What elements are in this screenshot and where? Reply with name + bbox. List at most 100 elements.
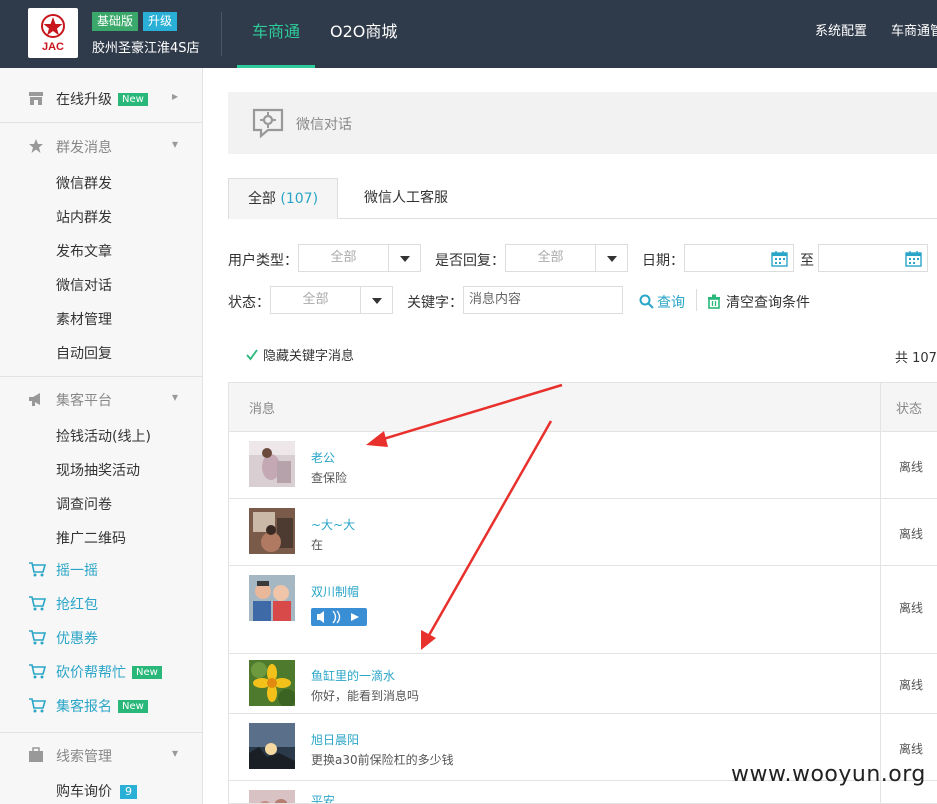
nav-chestong-manage[interactable]: 车商通管 (891, 0, 937, 64)
chevron-down-icon (595, 245, 627, 271)
date-to-label: 至 (800, 253, 814, 269)
hide-keyword-checkbox[interactable]: 隐藏关键字消息 (245, 345, 354, 364)
avatar (249, 441, 295, 487)
user-type-select[interactable]: 全部 (298, 244, 421, 272)
sidebar-item-survey[interactable]: 调查问卷 (56, 494, 112, 514)
nav-o2o-mall[interactable]: O2O商城 (330, 0, 397, 68)
sidebar-item-qrcode[interactable]: 推广二维码 (56, 528, 126, 548)
query-button[interactable]: 查询 (639, 292, 685, 312)
nav-system-config[interactable]: 系统配置 (815, 0, 867, 64)
jac-logo-icon: JAC (41, 14, 65, 53)
avatar (249, 790, 295, 803)
sidebar-label: 抢红包 (56, 597, 98, 613)
sidebar-item-car-inquiry[interactable]: 购车询价 9 (56, 781, 137, 801)
tab-count: (107) (280, 191, 319, 207)
col-status-header: 状态 (896, 402, 923, 417)
status-text: 离线 (899, 742, 924, 756)
sidebar-item-site-mass[interactable]: 站内群发 (56, 207, 112, 227)
contact-name[interactable]: ~大~大 (311, 516, 355, 533)
table-row[interactable]: 老公 查保险 离线 (229, 431, 937, 499)
new-tag: New (132, 666, 162, 679)
table-row[interactable]: 双川制帽 离线 (229, 565, 937, 654)
sidebar-label: 在线升级 New (56, 89, 148, 109)
edition-badge: 基础版 (92, 12, 139, 31)
table-row[interactable]: ~大~大 在 离线 (229, 498, 937, 566)
voice-message-button[interactable] (311, 608, 367, 626)
contact-name[interactable]: 鱼缸里的一滴水 (311, 667, 395, 684)
avatar (249, 723, 295, 769)
contact-name[interactable]: 老公 (311, 449, 335, 466)
user-type-label: 用户类型： (228, 253, 298, 269)
total-count: 共 107 (895, 351, 937, 366)
sidebar-group-mass-message[interactable]: 群发消息 ▾ (0, 124, 202, 168)
sidebar-item-wechat-mass[interactable]: 微信群发 (56, 173, 112, 193)
status-text: 离线 (899, 527, 924, 541)
contact-name[interactable]: 旭日晨阳 (311, 731, 359, 748)
calendar-icon[interactable] (771, 250, 788, 267)
voice-play-icon (317, 610, 359, 624)
sidebar-item-shake[interactable]: 摇一摇 (0, 555, 202, 585)
message-text: 更换a30前保险杠的多少钱 (311, 753, 454, 767)
sidebar-item-coupon[interactable]: 优惠券 (0, 623, 202, 653)
message-text: 你好，能看到消息吗 (311, 689, 420, 703)
sidebar-item-wechat-chat[interactable]: 微信对话 (56, 275, 112, 295)
briefcase-icon (29, 747, 43, 762)
sidebar-group-leads[interactable]: 线索管理 ▾ (0, 733, 202, 777)
new-tag: New (118, 93, 148, 106)
table-row[interactable]: 鱼缸里的一滴水 你好，能看到消息吗 离线 (229, 653, 937, 714)
date-start-input[interactable] (684, 244, 794, 272)
search-icon (639, 294, 654, 309)
status-text: 离线 (899, 601, 924, 615)
sidebar-item-auto-reply[interactable]: 自动回复 (56, 343, 112, 363)
table-header: 消息 状态 (229, 383, 937, 432)
sidebar-item-publish-article[interactable]: 发布文章 (56, 241, 112, 261)
chat-settings-icon (252, 108, 284, 138)
brand-logo[interactable]: JAC (28, 8, 78, 58)
count-badge: 9 (120, 785, 137, 799)
sidebar-item-red-packet[interactable]: 抢红包 (0, 589, 202, 619)
sidebar-item-online-upgrade[interactable]: 在线升级 New ▸ (0, 76, 202, 120)
chevron-down-icon (388, 245, 420, 271)
tab-bar: 全部 (107) 微信人工客服 (228, 178, 937, 219)
logo-text: JAC (42, 41, 64, 53)
keyword-input[interactable]: 消息内容 (463, 286, 623, 314)
clear-query-button[interactable]: 清空查询条件 (707, 292, 810, 312)
cart-icon (29, 698, 46, 713)
cart-icon (29, 664, 46, 679)
chevron-down-icon: ▾ (171, 390, 178, 404)
sidebar-item-signup[interactable]: 集客报名 New (0, 691, 202, 721)
sidebar-group-label: 线索管理 (56, 749, 112, 765)
col-message-header: 消息 (249, 402, 276, 417)
message-text: 查保险 (311, 471, 348, 485)
avatar (249, 508, 295, 554)
chevron-right-icon: ▸ (171, 89, 178, 103)
status-select[interactable]: 全部 (270, 286, 393, 314)
calendar-icon[interactable] (905, 250, 922, 267)
chevron-down-icon: ▾ (171, 137, 178, 151)
cart-icon (29, 630, 46, 645)
sidebar-group-collect[interactable]: 集客平台 ▾ (0, 377, 202, 421)
sidebar-item-bargain[interactable]: 砍价帮帮忙 New (0, 657, 202, 687)
megaphone-icon (29, 393, 40, 406)
button-divider (696, 289, 697, 311)
upgrade-badge[interactable]: 升级 (143, 12, 178, 31)
tab-all[interactable]: 全部 (107) (228, 178, 338, 219)
sidebar-item-lottery[interactable]: 现场抽奖活动 (56, 460, 140, 480)
replied-select[interactable]: 全部 (505, 244, 628, 272)
new-tag: New (118, 700, 148, 713)
contact-name[interactable]: 双川制帽 (311, 583, 359, 600)
date-end-input[interactable] (818, 244, 928, 272)
contact-name[interactable]: 平安 (311, 792, 335, 803)
sidebar-label: 砍价帮帮忙 New (56, 662, 162, 682)
status-text: 离线 (899, 678, 924, 692)
top-bar: JAC 基础版 升级 胶州圣豪江淮4S店 车商通 O2O商城 系统配置 车商通管 (0, 0, 937, 68)
header-divider (221, 12, 222, 56)
shop-name: 胶州圣豪江淮4S店 (92, 41, 200, 56)
watermark: www.wooyun.org (731, 762, 926, 787)
sidebar-item-money-activity[interactable]: 捡钱活动(线上) (56, 426, 151, 446)
sidebar-item-material[interactable]: 素材管理 (56, 309, 112, 329)
nav-chestong[interactable]: 车商通 (252, 0, 300, 68)
message-table: 消息 状态 老公 查保险 离线 ~大~大 在 离线 双川制帽 离线 鱼缸里的一滴… (228, 382, 937, 804)
tab-manual-service[interactable]: 微信人工客服 (346, 178, 466, 218)
sidebar-label: 优惠券 (56, 631, 98, 647)
